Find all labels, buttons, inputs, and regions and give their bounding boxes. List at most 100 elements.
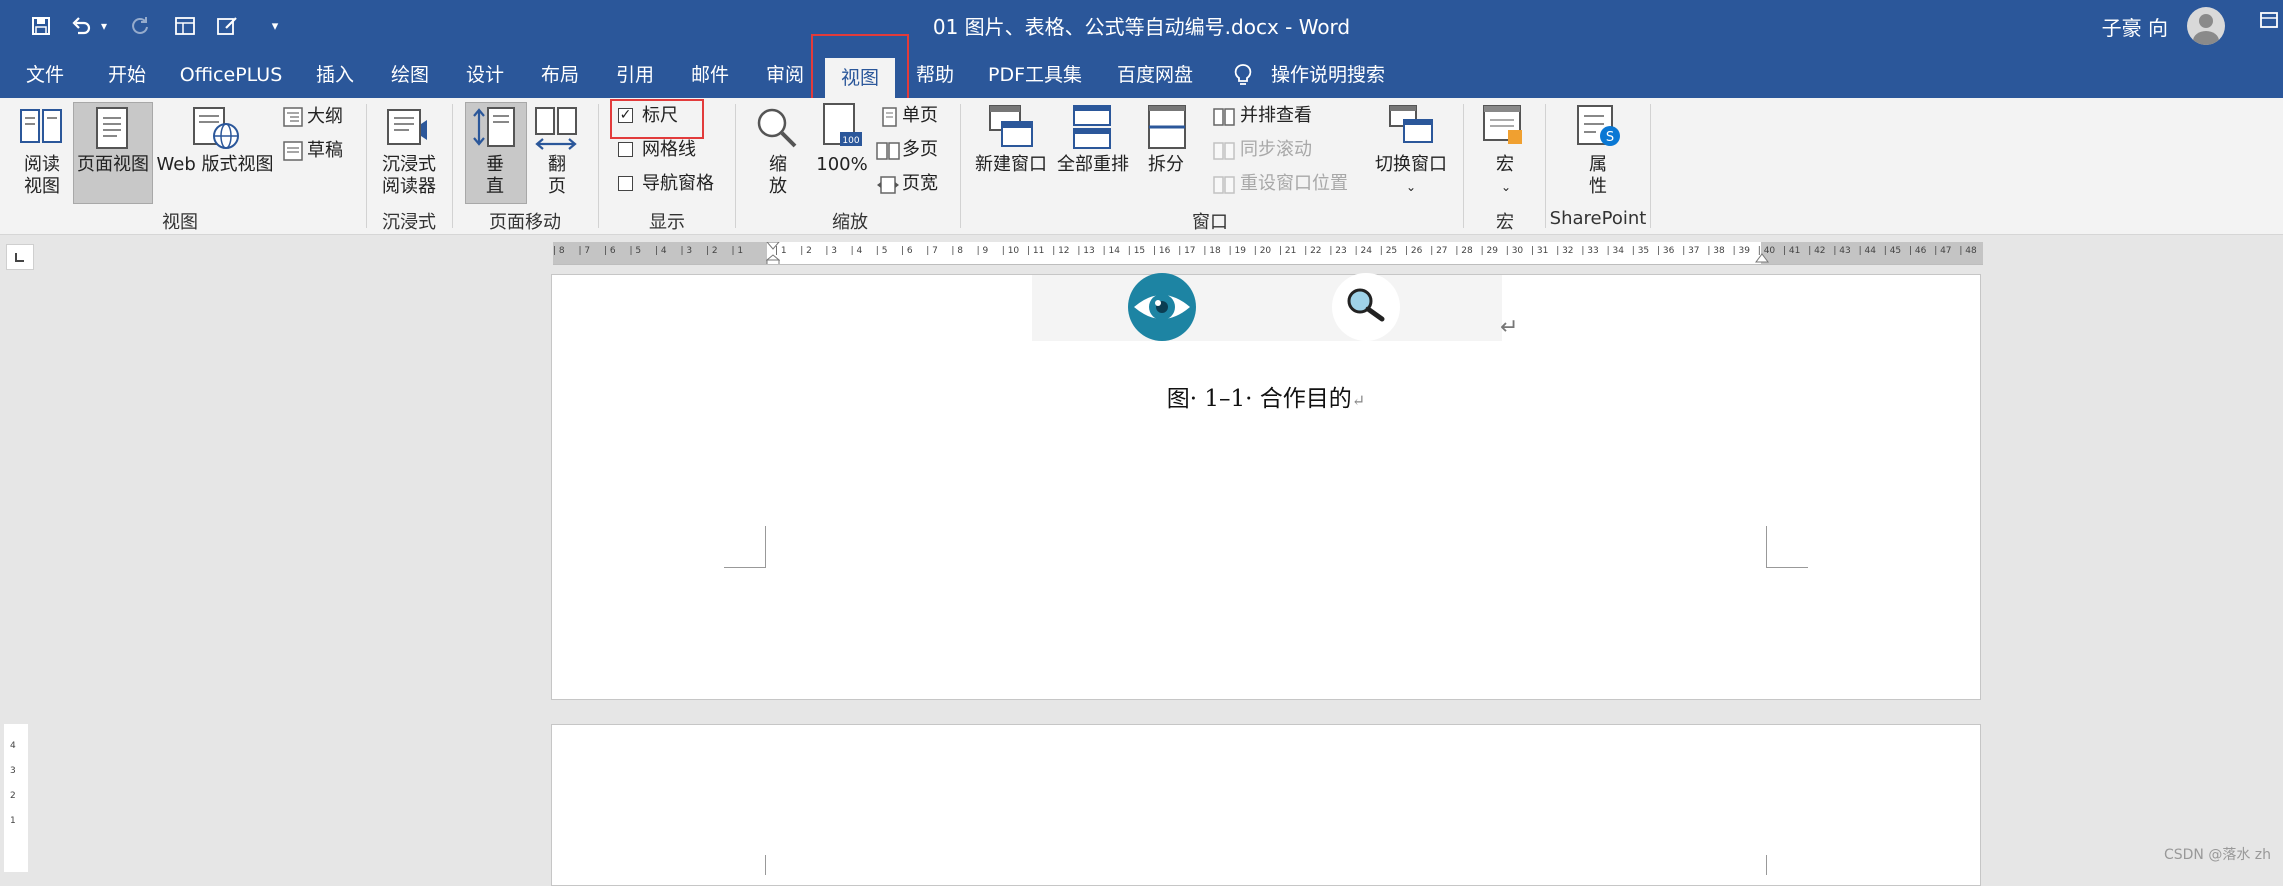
tab-file[interactable]: 文件	[8, 52, 82, 98]
tab-officeplus[interactable]: OfficePLUS	[172, 52, 290, 98]
switch-windows-button[interactable]: 切换窗口	[1368, 154, 1454, 176]
ruler-tick-label: | 27	[1430, 246, 1448, 256]
one-page-button[interactable]: 单页	[902, 105, 952, 127]
tab-mailings[interactable]: 邮件	[675, 52, 745, 98]
vertical-ruler[interactable]: 4 3 2 1	[4, 724, 28, 872]
page-width-button[interactable]: 页宽	[902, 173, 952, 195]
tab-layout[interactable]: 布局	[525, 52, 595, 98]
switch-windows-dropdown-icon[interactable]: ⌄	[1400, 176, 1422, 198]
ruler-tick-label: | 37	[1682, 246, 1700, 256]
tab-insert[interactable]: 插入	[300, 52, 370, 98]
ruler-tick-label: | 46	[1909, 246, 1927, 256]
ruler-tick-label: | 34	[1606, 246, 1624, 256]
reset-window-position-button[interactable]: 重设窗口位置	[1240, 173, 1360, 195]
ruler-tick-label: | 40	[1757, 246, 1776, 256]
gridlines-label[interactable]: 网格线	[642, 139, 722, 161]
ruler-tick-label: 3	[10, 766, 16, 776]
ruler-tick-label: | 31	[1531, 246, 1549, 256]
tab-selector[interactable]	[6, 244, 34, 270]
group-label-page-movement: 页面移动	[489, 212, 561, 233]
tab-pdf-tools[interactable]: PDF工具集	[980, 52, 1090, 98]
tab-references[interactable]: 引用	[600, 52, 670, 98]
ruler-tick-label: | 21	[1279, 246, 1297, 256]
zoom-button[interactable]: 缩放	[750, 154, 806, 198]
view-side-by-side-button[interactable]: 并排查看	[1240, 105, 1330, 127]
svg-text:100: 100	[842, 136, 859, 146]
caption-paragraph-mark: ↵	[1351, 391, 1366, 410]
tab-review[interactable]: 审阅	[750, 52, 820, 98]
ruler-tick-label: | 3	[825, 246, 838, 256]
group-divider	[960, 104, 961, 228]
side-to-side-button[interactable]: 翻页	[528, 154, 586, 198]
draft-icon	[282, 140, 304, 166]
ruler-tick-label: | 26	[1405, 246, 1423, 256]
user-name[interactable]: 子豪 向	[2102, 12, 2168, 41]
properties-button[interactable]: 属性	[1570, 154, 1626, 198]
macros-button[interactable]: 宏	[1478, 154, 1532, 176]
ruler-tick-label: | 33	[1581, 246, 1599, 256]
read-mode-button[interactable]: 阅读 视图	[12, 154, 72, 198]
ruler-tick-label: | 1	[731, 246, 744, 256]
ruler-tick-label: | 12	[1052, 246, 1070, 256]
outline-icon	[282, 106, 304, 132]
document-page[interactable]: ↵ 图· 1–1· 合作目的↵	[551, 273, 1981, 700]
ruler-tick-label: | 15	[1127, 246, 1146, 256]
gridlines-checkbox[interactable]	[618, 142, 633, 157]
web-layout-button[interactable]: Web 版式视图	[154, 154, 276, 176]
properties-icon: S	[1576, 104, 1622, 154]
group-label-zoom: 缩放	[832, 212, 868, 233]
ruler-tick-label: | 38	[1707, 246, 1725, 256]
highlight-box-ruler	[610, 99, 704, 139]
lightbulb-icon[interactable]	[1228, 52, 1258, 98]
navigation-pane-checkbox[interactable]	[618, 176, 633, 191]
print-layout-label: 页面视图	[77, 154, 149, 175]
immersive-reader-button[interactable]: 沉浸式 阅读器	[374, 154, 444, 198]
ruler-tick-label: | 1	[775, 246, 787, 256]
ruler-tick-label: | 45	[1883, 246, 1902, 256]
navigation-pane-label[interactable]: 导航窗格	[642, 173, 732, 195]
draft-button[interactable]: 草稿	[307, 140, 351, 162]
macros-dropdown-icon[interactable]: ⌄	[1495, 176, 1517, 198]
arrange-all-button[interactable]: 全部重排	[1052, 154, 1134, 176]
group-divider	[366, 104, 367, 228]
tab-help[interactable]: 帮助	[900, 52, 970, 98]
figure-caption[interactable]: 图· 1–1· 合作目的↵	[552, 379, 1980, 413]
ribbon-display-icon[interactable]	[2259, 10, 2279, 30]
ruler-tick-label: | 17	[1178, 246, 1196, 256]
page-width-icon	[876, 174, 900, 200]
group-label-sharepoint: SharePoint	[1549, 208, 1647, 229]
tell-me-search[interactable]: 操作说明搜索	[1268, 52, 1388, 98]
ruler-tick-label: | 44	[1858, 246, 1876, 256]
ruler-tick-label: | 13	[1077, 246, 1095, 256]
new-window-button[interactable]: 新建窗口	[970, 154, 1052, 176]
macros-icon	[1482, 104, 1528, 154]
ribbon: 阅读 视图 页面视图 Web 版式视图 大纲 草稿 视图 沉浸式 阅读器 沉浸式 垂…	[0, 98, 2283, 235]
margin-corner-mark	[724, 526, 766, 568]
ruler-tick-label: | 3	[680, 246, 693, 256]
avatar[interactable]	[2187, 7, 2225, 45]
margin-corner-mark	[1766, 855, 1767, 875]
tab-home[interactable]: 开始	[92, 52, 162, 98]
tab-draw[interactable]: 绘图	[375, 52, 445, 98]
svg-text:S: S	[1606, 130, 1614, 145]
tab-baidu-netdisk[interactable]: 百度网盘	[1105, 52, 1205, 98]
group-label-window: 窗口	[1192, 212, 1228, 233]
ruler-tick-label: | 16	[1153, 246, 1171, 256]
read-mode-icon	[18, 106, 64, 152]
one-page-icon	[878, 106, 900, 132]
synchronous-scrolling-button[interactable]: 同步滚动	[1240, 139, 1330, 161]
title-bar: ▾ ▾ 01 图片、表格、公式等自动编号.docx - Word 子豪 向	[0, 0, 2283, 52]
switch-windows-icon	[1388, 104, 1434, 154]
ruler-tick-label: | 48	[1959, 246, 1977, 256]
horizontal-ruler[interactable]: | 8 | 7 | 6 | 5 | 4 | 3 | 2 | 1 | 1 | 2 | 3 | 4 | 5…	[553, 242, 1983, 265]
split-button[interactable]: 拆分	[1136, 154, 1196, 176]
document-page[interactable]	[551, 724, 1981, 886]
reset-window-position-icon	[1212, 174, 1236, 200]
multiple-pages-button[interactable]: 多页	[902, 139, 952, 161]
outline-button[interactable]: 大纲	[307, 106, 351, 128]
tab-design[interactable]: 设计	[450, 52, 520, 98]
document-title: 01 图片、表格、公式等自动编号.docx - Word	[932, 15, 1351, 39]
hundred-percent-button[interactable]: 100%	[812, 154, 872, 176]
inline-picture[interactable]	[1032, 273, 1502, 341]
ruler-tick-label: | 9	[976, 246, 989, 256]
